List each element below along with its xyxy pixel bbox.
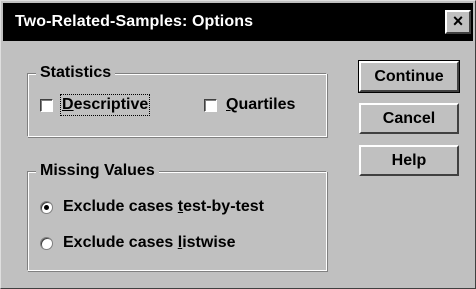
cancel-button[interactable]: Cancel	[359, 103, 459, 134]
quartiles-label: Quartiles	[226, 96, 296, 113]
descriptive-checkbox-box[interactable]	[40, 98, 53, 112]
exclude-listwise-label: Exclude cases listwise	[63, 234, 236, 251]
statistics-group: Statistics Descriptive Quartiles	[27, 63, 327, 137]
exclude-test-by-test-radio-button[interactable]	[40, 200, 53, 214]
quartiles-mnemonic: Q	[226, 96, 239, 113]
missing-values-group: Missing Values Exclude cases test-by-tes…	[27, 161, 327, 271]
quartiles-checkbox-box[interactable]	[204, 98, 217, 112]
exclude-listwise-radio[interactable]: Exclude cases listwise	[40, 234, 236, 252]
close-button[interactable]: ×	[445, 10, 471, 34]
window-title: Two-Related-Samples: Options	[15, 13, 254, 30]
help-button[interactable]: Help	[359, 145, 459, 176]
exclude-test-by-test-radio[interactable]: Exclude cases test-by-test	[40, 198, 264, 216]
options-dialog: Two-Related-Samples: Options × Statistic…	[0, 0, 476, 289]
descriptive-label: Descriptive	[59, 94, 151, 116]
continue-button[interactable]: Continue	[358, 60, 460, 93]
exclude-listwise-radio-button[interactable]	[40, 236, 53, 250]
descriptive-checkbox[interactable]: Descriptive	[40, 94, 151, 116]
descriptive-mnemonic: D	[62, 96, 74, 113]
statistics-group-label: Statistics	[36, 63, 116, 83]
quartiles-checkbox[interactable]: Quartiles	[204, 96, 295, 114]
missing-values-group-label: Missing Values	[36, 161, 159, 181]
close-icon: ×	[452, 11, 464, 31]
title-bar[interactable]: Two-Related-Samples: Options ×	[3, 3, 473, 41]
exclude-test-by-test-label: Exclude cases test-by-test	[63, 198, 264, 215]
